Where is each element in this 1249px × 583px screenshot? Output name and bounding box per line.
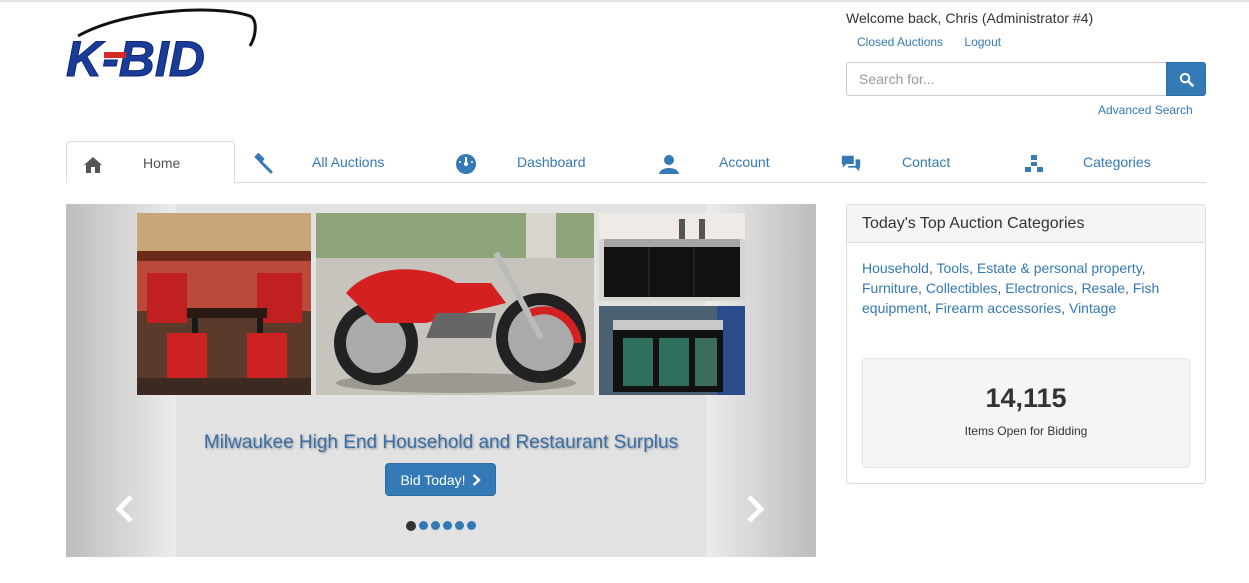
category-link[interactable]: Vintage [1069,300,1116,316]
carousel-dot[interactable] [431,521,440,530]
carousel-dot[interactable] [419,521,428,530]
carousel-dot[interactable] [406,521,416,531]
chevron-right-icon [472,473,481,486]
tab-dashboard[interactable]: Dashboard [454,141,614,183]
dashboard-icon [455,153,477,175]
gavel-icon [252,153,274,175]
tab-all-auctions[interactable]: All Auctions [248,141,418,183]
items-open-box: 14,115 Items Open for Bidding [862,358,1190,468]
bid-today-label: Bid Today! [400,471,466,488]
category-link[interactable]: Electronics [1005,280,1073,296]
category-link[interactable]: Collectibles [926,280,998,296]
tab-categories-label: Categories [1083,154,1151,170]
bid-today-button[interactable]: Bid Today! [385,463,496,496]
category-link[interactable]: Tools [936,260,969,276]
search-icon [1179,72,1194,87]
restaurant-photo[interactable] [137,213,311,395]
chevron-left-icon [115,495,133,523]
glass-cooler-photo[interactable] [599,306,745,395]
panel-title: Today's Top Auction Categories [847,205,1205,243]
carousel-dot[interactable] [443,521,452,530]
welcome-text: Welcome back, Chris (Administrator #4) [846,10,1094,26]
top-categories-panel: Today's Top Auction Categories Household… [846,204,1206,484]
top-border [0,0,1249,2]
main-nav: Home All Auctions Dashboard Account Cont… [66,141,1206,184]
carousel-prev-button[interactable] [113,494,137,524]
chevron-right-large-icon [747,495,765,523]
category-link[interactable]: Household [862,260,929,276]
category-list: Household, Tools, Estate & personal prop… [862,260,1160,316]
tab-categories[interactable]: Categories [1021,141,1191,183]
logo-text: K-BID [66,31,205,86]
items-open-label: Items Open for Bidding [964,424,1088,438]
search-input[interactable] [846,62,1166,96]
comments-icon [840,153,862,175]
home-icon [82,154,104,176]
advanced-search-link[interactable]: Advanced Search [1098,103,1193,117]
search-button[interactable] [1166,62,1206,96]
tab-home[interactable]: Home [66,141,235,184]
closed-auctions-link[interactable]: Closed Auctions [857,35,943,49]
tab-dashboard-label: Dashboard [517,154,586,170]
category-link[interactable]: Firearm accessories [935,300,1061,316]
tab-all-auctions-label: All Auctions [312,154,385,170]
user-icon [658,153,680,175]
carousel-next-button[interactable] [743,494,767,524]
kbid-logo[interactable]: K-BID [64,6,264,88]
motorcycle-photo[interactable] [316,213,594,395]
tab-account-label: Account [719,154,770,170]
search-bar [846,62,1206,96]
carousel-dot[interactable] [455,521,464,530]
featured-carousel: Milwaukee High End Household and Restaur… [66,204,816,557]
tab-contact-label: Contact [902,154,951,170]
logout-link[interactable]: Logout [964,35,1001,49]
tab-account[interactable]: Account [656,141,806,183]
tab-home-label: Home [143,155,181,171]
carousel-dot[interactable] [467,521,476,530]
tab-contact[interactable]: Contact [838,141,988,183]
sitemap-icon [1023,153,1045,175]
logo-red-dash [104,52,126,58]
carousel-caption: Milwaukee High End Household and Restaur… [203,432,679,453]
beer-cooler-photo[interactable] [599,213,745,301]
carousel-indicators [406,521,476,531]
category-link[interactable]: Estate & personal property [977,260,1142,276]
category-link[interactable]: Resale [1081,280,1125,296]
header-links: Closed Auctions Logout [857,35,1019,49]
items-open-count: 14,115 [985,383,1067,413]
category-link[interactable]: Furniture [862,280,918,296]
